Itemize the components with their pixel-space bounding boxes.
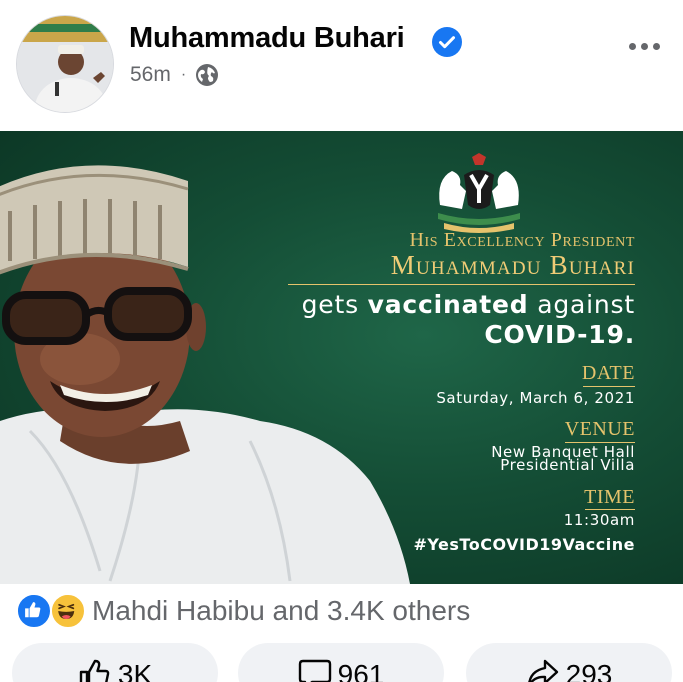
time-label-rule — [585, 509, 635, 510]
haha-reaction-icon — [50, 593, 86, 629]
headline-suffix: against — [528, 290, 635, 319]
thumbs-up-icon — [79, 659, 110, 682]
share-count: 293 — [565, 659, 613, 682]
comment-button[interactable]: 961 — [238, 643, 444, 682]
post-header: Muhammadu Buhari 56m · — [0, 0, 683, 118]
reactions-summary-text[interactable]: Mahdi Habibu and 3.4K others — [92, 595, 470, 627]
date-label-rule — [583, 386, 635, 387]
avatar-photo — [17, 16, 113, 112]
headline-prefix: gets — [301, 290, 368, 319]
headline-bold: vaccinated — [367, 290, 529, 319]
time-label: TIME — [584, 486, 635, 508]
title-divider — [288, 284, 635, 285]
flyer-title-line-2: Muhammadu Buhari — [390, 250, 635, 280]
post-image[interactable]: His Excellency President Muhammadu Buhar… — [0, 131, 683, 584]
verified-badge-icon — [432, 27, 462, 57]
post-actions-bar: 3K 961 293 — [0, 643, 683, 682]
flyer-headline-line-1: gets vaccinated against — [302, 290, 635, 319]
globe-icon — [196, 64, 219, 86]
venue-line-2: Presidential Villa — [500, 456, 635, 474]
post-meta: 56m · — [130, 62, 219, 88]
more-dot — [628, 42, 636, 50]
more-options-button[interactable] — [622, 34, 666, 58]
meta-separator: · — [180, 66, 187, 83]
flyer-hashtag: #YesToCOVID19Vaccine — [413, 535, 635, 554]
like-reaction-icon — [16, 593, 52, 629]
author-name[interactable]: Muhammadu Buhari — [129, 22, 405, 55]
more-dot — [640, 42, 648, 50]
flyer-headline-line-2: COVID-19. — [484, 320, 635, 349]
comment-count: 961 — [337, 659, 385, 682]
post-timestamp[interactable]: 56m — [130, 63, 171, 87]
comment-bubble-icon — [298, 659, 331, 682]
share-arrow-icon — [527, 659, 558, 682]
more-dot — [652, 42, 660, 50]
share-button[interactable]: 293 — [466, 643, 672, 682]
author-avatar[interactable] — [16, 15, 114, 113]
date-value: Saturday, March 6, 2021 — [436, 389, 635, 407]
venue-label: VENUE — [564, 418, 635, 440]
like-count: 3K — [117, 659, 153, 682]
reaction-icons — [16, 593, 90, 629]
date-label: DATE — [581, 362, 635, 384]
like-button[interactable]: 3K — [12, 643, 218, 682]
time-value: 11:30am — [563, 511, 635, 529]
reactions-summary[interactable]: Mahdi Habibu and 3.4K others — [16, 592, 470, 630]
flyer-title-line-1: His Excellency President — [409, 229, 635, 251]
coat-of-arms-emblem — [438, 153, 520, 233]
